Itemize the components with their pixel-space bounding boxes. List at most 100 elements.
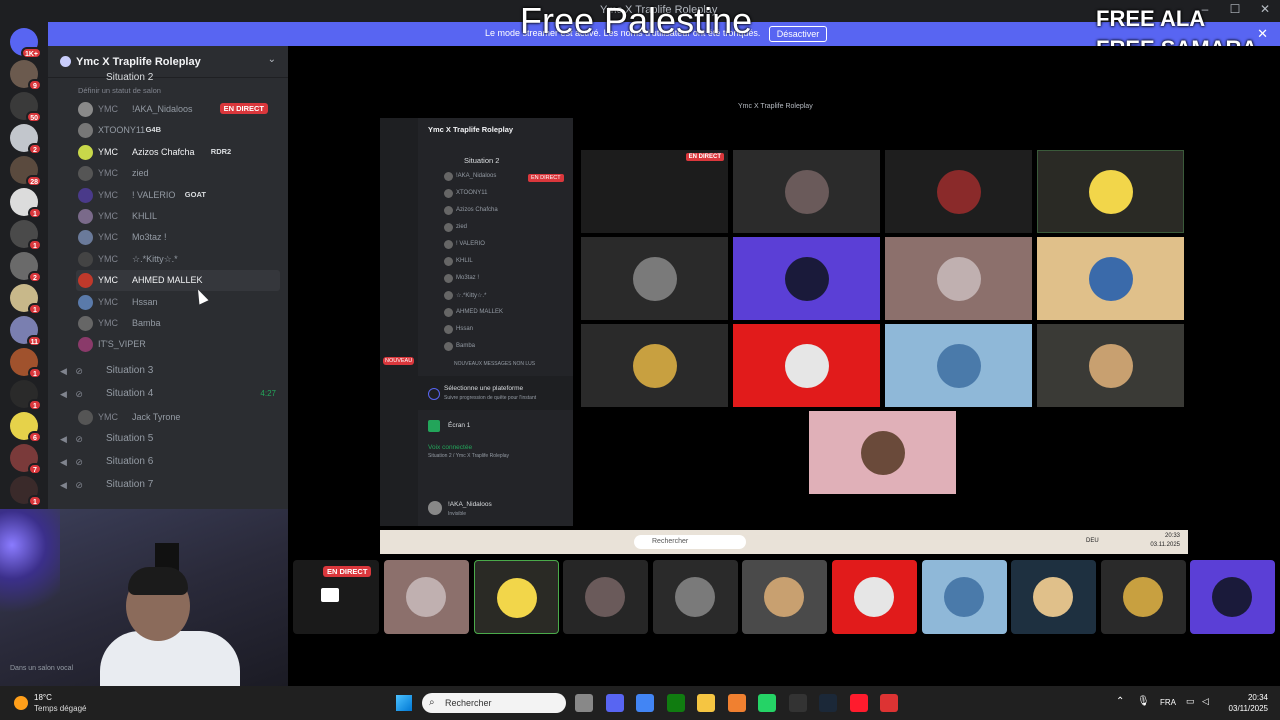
participant-tile[interactable] bbox=[809, 411, 956, 494]
participant-tile[interactable] bbox=[733, 324, 880, 407]
voice-user-row[interactable]: YMC KHLIL bbox=[48, 206, 288, 227]
xbox-icon[interactable] bbox=[666, 694, 685, 712]
server-icon[interactable]: 1 bbox=[10, 220, 42, 251]
taskbar-search[interactable]: Rechercher bbox=[422, 693, 566, 713]
voice-user-row[interactable]: YMC Hssan bbox=[48, 292, 288, 313]
settings-icon[interactable] bbox=[880, 694, 898, 712]
participant-tile[interactable] bbox=[885, 324, 1032, 407]
server-icon[interactable]: 7 bbox=[10, 444, 42, 475]
strip-participant-tile[interactable] bbox=[832, 560, 917, 634]
voice-channel-row[interactable]: ◀ ⊘ Situation 5 bbox=[48, 429, 288, 450]
unread-badge: 1 bbox=[28, 207, 42, 219]
tile-live-badge: EN DIRECT bbox=[685, 153, 724, 161]
participant-tile[interactable] bbox=[885, 237, 1032, 320]
inner-new-badge: NOUVEAU bbox=[383, 357, 415, 365]
file-explorer-icon[interactable] bbox=[697, 694, 715, 712]
music-icon[interactable] bbox=[788, 694, 807, 712]
participant-tile[interactable] bbox=[1037, 324, 1184, 407]
voice-channel-row[interactable]: ◀ ⊘ Situation 3 bbox=[48, 361, 288, 382]
participant-tile[interactable] bbox=[885, 150, 1032, 233]
whatsapp-icon[interactable] bbox=[758, 694, 776, 712]
voice-user-row[interactable]: YMC Jack Tyrone bbox=[48, 407, 288, 428]
voice-user-row[interactable]: YMC ☆.*Kitty☆.* bbox=[48, 249, 288, 270]
strip-participant-tile[interactable] bbox=[742, 560, 828, 634]
participant-tile[interactable] bbox=[733, 150, 880, 233]
disable-streamer-mode-button[interactable]: Désactiver bbox=[769, 26, 827, 42]
start-button[interactable] bbox=[396, 695, 412, 711]
server-icon[interactable]: 9 bbox=[10, 60, 42, 91]
taskbar-date[interactable]: 03/11/2025 bbox=[1216, 704, 1268, 713]
server-icon[interactable]: 50 bbox=[10, 92, 42, 123]
inner-taskbar-search: Rechercher bbox=[634, 535, 746, 549]
participant-avatar bbox=[854, 577, 894, 617]
taskbar-lang[interactable]: FRA bbox=[1160, 698, 1176, 707]
voice-user-row[interactable]: YMC zied bbox=[48, 163, 288, 184]
discord-icon[interactable] bbox=[605, 694, 624, 712]
server-icon[interactable]: 1 bbox=[10, 380, 42, 411]
strip-participant-tile[interactable] bbox=[1011, 560, 1097, 634]
voice-user-row[interactable]: YMC Azizos Chafcha RDR2 bbox=[48, 142, 288, 163]
voice-user-row[interactable]: YMC ! VALERIO GOAT bbox=[48, 185, 288, 206]
windows-taskbar: 18°C Temps dégagé Rechercher ⌕ ⌃ 🎙 FRA ▭… bbox=[0, 686, 1280, 720]
microphone-icon[interactable]: 🎙 bbox=[1137, 696, 1150, 707]
voice-user-row[interactable]: IT'S_VIPER bbox=[48, 334, 288, 355]
voice-channel-row[interactable]: ◀ ⊘ Situation 6 bbox=[48, 452, 288, 473]
close-banner-icon[interactable]: ✕ bbox=[1257, 26, 1268, 42]
server-icon[interactable]: 1 bbox=[10, 476, 42, 507]
chevron-down-icon[interactable]: ⌄ bbox=[268, 54, 276, 65]
stream-preview-tile[interactable]: EN DIRECT bbox=[581, 150, 728, 233]
participant-tile[interactable] bbox=[581, 324, 728, 407]
participant-avatar bbox=[784, 256, 829, 301]
opera-icon[interactable] bbox=[849, 694, 868, 712]
participant-tile[interactable] bbox=[581, 237, 728, 320]
strip-participant-tile[interactable] bbox=[473, 560, 559, 634]
voice-user-row[interactable]: XTOONY11 G4B bbox=[48, 120, 288, 141]
server-icon[interactable]: 11 bbox=[10, 316, 42, 347]
server-icon[interactable]: 1 bbox=[10, 188, 42, 219]
voice-user-row[interactable]: YMC !AKA_Nidaloos EN DIRECT bbox=[48, 99, 288, 120]
channel-status[interactable]: Définir un statut de salon bbox=[48, 84, 288, 98]
voice-user-row[interactable]: YMC AHMED MALLEK bbox=[76, 270, 280, 292]
inner-platform-icon bbox=[428, 388, 440, 400]
home-button[interactable]: 1K+ bbox=[10, 28, 42, 59]
network-icon[interactable]: ▭ bbox=[1186, 696, 1195, 707]
server-icon[interactable]: 28 bbox=[10, 156, 42, 187]
server-icon[interactable]: 1 bbox=[10, 284, 42, 315]
streamer-body bbox=[100, 631, 240, 686]
voice-user-row[interactable]: YMC Bamba bbox=[48, 313, 288, 334]
volume-icon[interactable]: ◁ bbox=[1202, 696, 1209, 707]
user-name: ☆.*Kitty☆.* bbox=[132, 253, 178, 264]
strip-participant-tile[interactable] bbox=[563, 560, 649, 634]
chevron-up-icon[interactable]: ⌃ bbox=[1116, 696, 1124, 707]
voice-user-row[interactable]: YMC Mo3taz ! bbox=[48, 227, 288, 248]
voice-channel-row[interactable]: ◀ ⊘ Situation 4 4:27 bbox=[48, 384, 288, 405]
inner-user-name: Azizos Chafcha bbox=[456, 207, 498, 213]
strip-participant-tile[interactable] bbox=[652, 560, 738, 634]
unread-badge: 2 bbox=[28, 271, 42, 283]
close-window-button[interactable]: ✕ bbox=[1250, 2, 1280, 16]
strip-participant-tile[interactable] bbox=[1190, 560, 1276, 634]
participant-tile[interactable] bbox=[1037, 237, 1184, 320]
avatar bbox=[78, 251, 93, 267]
app-icon[interactable] bbox=[727, 694, 746, 712]
participant-tile[interactable] bbox=[733, 237, 880, 320]
user-name: AHMED MALLEK bbox=[132, 275, 203, 286]
taskbar-time[interactable]: 20:34 bbox=[1228, 693, 1268, 702]
voice-channel-row[interactable]: ◀ ⊘ Situation 7 bbox=[48, 475, 288, 496]
strip-participant-tile[interactable] bbox=[384, 560, 469, 634]
chrome-icon[interactable] bbox=[636, 694, 654, 712]
inner-platform-panel[interactable] bbox=[418, 376, 573, 410]
strip-participant-tile[interactable] bbox=[921, 560, 1007, 634]
participant-tile[interactable] bbox=[1037, 150, 1184, 233]
unread-badge: 1 bbox=[28, 303, 42, 315]
server-icon[interactable]: 2 bbox=[10, 124, 42, 155]
strip-participant-tile[interactable] bbox=[1100, 560, 1186, 634]
server-icon[interactable]: 1 bbox=[10, 348, 42, 379]
unread-badge: 1 bbox=[28, 239, 42, 251]
server-icon[interactable]: 6 bbox=[10, 412, 42, 443]
task-view-icon[interactable] bbox=[575, 694, 593, 712]
maximize-button[interactable]: ☐ bbox=[1220, 2, 1250, 16]
server-icon[interactable]: 2 bbox=[10, 252, 42, 283]
steam-icon[interactable] bbox=[819, 694, 837, 712]
avatar bbox=[78, 144, 93, 160]
